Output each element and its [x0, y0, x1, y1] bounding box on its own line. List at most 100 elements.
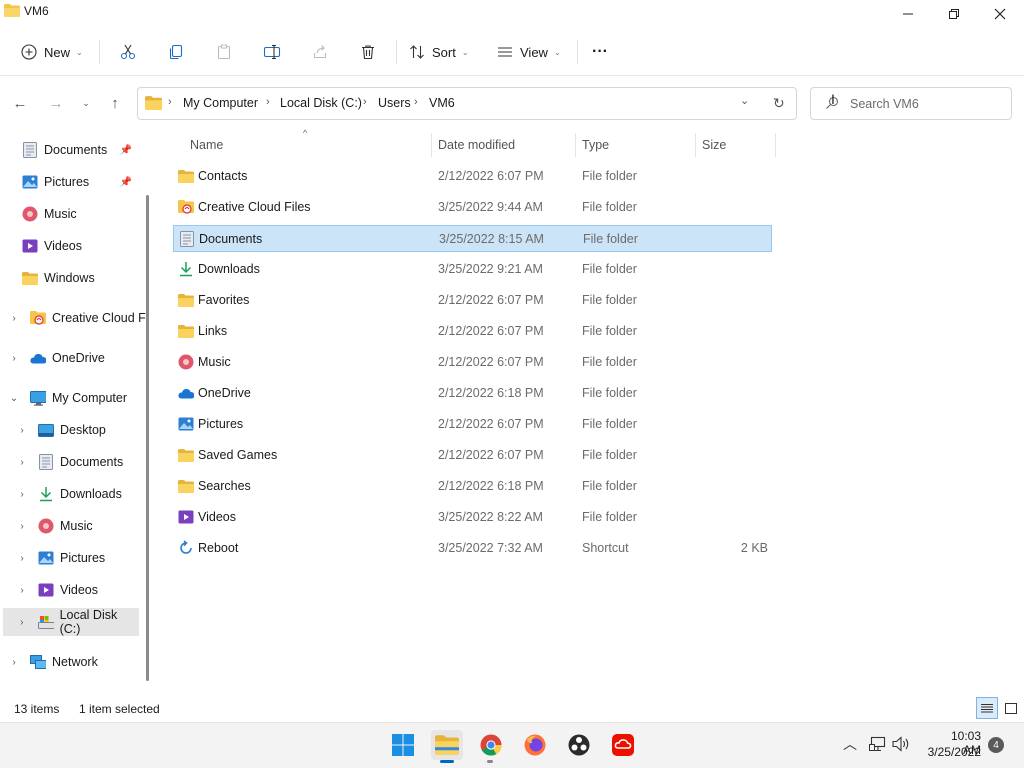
- list-item[interactable]: Creative Cloud Files 3/25/2022 9:44 AM F…: [173, 194, 772, 221]
- file-type: File folder: [582, 293, 637, 307]
- list-item[interactable]: Pictures 2/12/2022 6:07 PM File folder: [173, 411, 772, 438]
- volume-icon[interactable]: [892, 736, 912, 755]
- breadcrumb-users[interactable]: Users: [378, 96, 411, 110]
- close-button[interactable]: [977, 0, 1023, 28]
- paste-button[interactable]: [209, 38, 239, 66]
- taskbar-firefox[interactable]: [519, 730, 551, 760]
- list-item[interactable]: Music 2/12/2022 6:07 PM File folder: [173, 349, 772, 376]
- taskbar-chrome[interactable]: [475, 730, 507, 760]
- list-item[interactable]: Saved Games 2/12/2022 6:07 PM File folde…: [173, 442, 772, 469]
- nav-item-local-disk[interactable]: › Local Disk (C:): [3, 608, 139, 636]
- column-header-name[interactable]: Name: [190, 138, 223, 152]
- column-divider[interactable]: [431, 133, 432, 157]
- copy-button[interactable]: [161, 38, 191, 66]
- view-button[interactable]: View ⌄: [490, 38, 567, 66]
- nav-item-music-quick[interactable]: Music: [22, 200, 142, 228]
- forward-button[interactable]: →: [44, 91, 68, 115]
- maximize-button[interactable]: [931, 0, 977, 28]
- taskbar-creative-cloud[interactable]: [607, 730, 639, 760]
- taskbar-obs[interactable]: [563, 730, 595, 760]
- chevron-right-icon: ›: [20, 424, 24, 436]
- folder-icon: [178, 292, 194, 308]
- nav-item-pictures-quick[interactable]: Pictures 📌: [22, 168, 142, 196]
- new-button[interactable]: New ⌄: [14, 38, 89, 66]
- file-name: Creative Cloud Files: [198, 200, 311, 214]
- address-history-button[interactable]: ⌄: [740, 94, 749, 107]
- nav-item-videos-quick[interactable]: Videos: [22, 232, 142, 260]
- breadcrumb-vm6[interactable]: VM6: [429, 96, 455, 110]
- breadcrumb-local-disk[interactable]: Local Disk (C:): [280, 96, 362, 110]
- downloads-icon: [38, 486, 54, 502]
- network-status-icon[interactable]: [869, 736, 887, 755]
- file-type: File folder: [582, 479, 637, 493]
- nav-item-creative-cloud[interactable]: › Creative Cloud F: [7, 304, 148, 332]
- refresh-button[interactable]: ↻: [773, 95, 785, 112]
- chevron-right-icon: ›: [20, 552, 24, 564]
- column-divider[interactable]: [575, 133, 576, 157]
- share-button[interactable]: [305, 38, 335, 66]
- pin-icon: 📌: [119, 144, 132, 156]
- divider: [577, 40, 578, 64]
- column-header-date[interactable]: Date modified: [438, 138, 515, 152]
- details-view-button[interactable]: [976, 697, 998, 719]
- tiles-view-button[interactable]: [1000, 697, 1022, 719]
- list-item[interactable]: Documents 3/25/2022 8:15 AM File folder: [173, 225, 772, 252]
- clock-date[interactable]: 3/25/2022: [925, 745, 981, 759]
- nav-item-documents[interactable]: › Documents: [15, 448, 148, 476]
- column-header-size[interactable]: Size: [702, 138, 726, 152]
- more-icon: ···: [592, 43, 608, 60]
- nav-item-videos[interactable]: › Videos: [15, 576, 148, 604]
- sort-label: Sort: [432, 44, 456, 60]
- trash-icon: [359, 43, 377, 61]
- navigation-pane: Documents 📌 Pictures 📌 Music Videos Wind…: [0, 128, 157, 696]
- start-button[interactable]: [387, 730, 419, 760]
- list-item[interactable]: Reboot 3/25/2022 7:32 AM Shortcut 2 KB: [173, 535, 772, 562]
- running-app-indicator: [487, 760, 493, 763]
- up-button[interactable]: ↑: [103, 91, 127, 115]
- rename-button[interactable]: [257, 38, 287, 66]
- chrome-icon: [480, 734, 502, 756]
- more-options-button[interactable]: ···: [586, 38, 614, 66]
- file-type: File folder: [582, 448, 637, 462]
- column-header-type[interactable]: Type: [582, 138, 609, 152]
- nav-item-pictures[interactable]: › Pictures: [15, 544, 148, 572]
- recent-locations-button[interactable]: ⌄: [74, 91, 98, 115]
- cut-button[interactable]: [113, 38, 143, 66]
- file-date: 2/12/2022 6:07 PM: [438, 417, 544, 431]
- title-bar: VM6: [0, 0, 1024, 28]
- breadcrumb-my-computer[interactable]: My Computer: [183, 96, 258, 110]
- list-item[interactable]: Videos 3/25/2022 8:22 AM File folder: [173, 504, 772, 531]
- show-hidden-icons-button[interactable]: ︿: [843, 734, 857, 754]
- column-divider[interactable]: [695, 133, 696, 157]
- nav-item-network[interactable]: › Network: [7, 648, 148, 676]
- taskbar-file-explorer[interactable]: [431, 730, 463, 760]
- delete-button[interactable]: [353, 38, 383, 66]
- chevron-down-icon: ⌄: [553, 47, 561, 57]
- notification-badge[interactable]: 4: [988, 737, 1004, 753]
- search-input[interactable]: Search VM6: [850, 97, 919, 111]
- list-item[interactable]: Searches 2/12/2022 6:18 PM File folder: [173, 473, 772, 500]
- file-type: File folder: [582, 324, 637, 338]
- nav-item-documents-quick[interactable]: Documents 📌: [22, 136, 142, 164]
- column-divider[interactable]: [775, 133, 776, 157]
- nav-item-desktop[interactable]: › Desktop: [15, 416, 148, 444]
- list-item[interactable]: Favorites 2/12/2022 6:07 PM File folder: [173, 287, 772, 314]
- file-name: Downloads: [198, 262, 260, 276]
- desktop-icon: [38, 422, 54, 438]
- list-item[interactable]: Links 2/12/2022 6:07 PM File folder: [173, 318, 772, 345]
- list-item[interactable]: Downloads 3/25/2022 9:21 AM File folder: [173, 256, 772, 283]
- nav-item-music[interactable]: › Music: [15, 512, 148, 540]
- file-date: 2/12/2022 6:07 PM: [438, 355, 544, 369]
- list-item[interactable]: Contacts 2/12/2022 6:07 PM File folder: [173, 163, 772, 190]
- minimize-button[interactable]: [885, 0, 931, 28]
- nav-item-my-computer[interactable]: ⌄ My Computer: [7, 384, 148, 412]
- sort-button[interactable]: Sort ⌄: [402, 38, 475, 66]
- nav-item-windows[interactable]: Windows: [22, 264, 142, 292]
- list-item[interactable]: OneDrive 2/12/2022 6:18 PM File folder: [173, 380, 772, 407]
- nav-item-onedrive[interactable]: › OneDrive: [7, 344, 148, 372]
- selection-count: 1 item selected: [79, 702, 160, 716]
- nav-scrollbar[interactable]: [146, 195, 149, 681]
- back-button[interactable]: ←: [8, 91, 32, 115]
- nav-item-downloads[interactable]: › Downloads: [15, 480, 148, 508]
- file-name: Pictures: [198, 417, 244, 431]
